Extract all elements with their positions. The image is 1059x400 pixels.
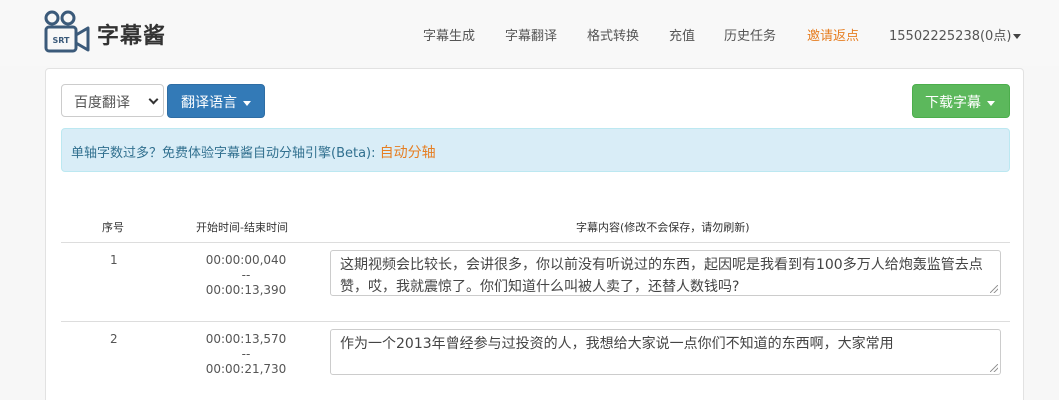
chevron-down-icon	[148, 94, 159, 105]
subtitle-panel: 百度翻译 翻译语言 下载字幕 单轴字数过多？免费体验字幕酱自动分轴引擎(Beta…	[45, 68, 1024, 400]
row-time-separator: --	[241, 268, 251, 282]
auto-split-alert: 单轴字数过多？免费体验字幕酱自动分轴引擎(Beta): 自动分轴	[61, 128, 1010, 172]
table-header-divider	[61, 242, 1010, 243]
subtitle-textarea[interactable]: 这期视频会比较长，会讲很多，你以前没有听说过的东西，起因呢是我看到有100多万人…	[330, 250, 1001, 296]
logo-text: SRT	[52, 36, 70, 45]
nav-invite-rebate[interactable]: 邀请返点	[807, 25, 859, 44]
row-end-time: 00:00:21,730	[205, 362, 287, 376]
translate-language-button[interactable]: 翻译语言	[167, 84, 265, 118]
row-start-time: 00:00:13,570	[205, 332, 287, 346]
row-start-time: 00:00:00,040	[205, 253, 287, 267]
resize-handle-icon[interactable]	[990, 285, 998, 293]
camera-icon[interactable]: SRT	[44, 10, 90, 54]
translate-language-label: 翻译语言	[181, 95, 237, 111]
caret-down-icon	[1013, 34, 1022, 39]
nav-history-tasks[interactable]: 历史任务	[724, 25, 776, 44]
row-index: 1	[110, 253, 118, 267]
resize-handle-icon[interactable]	[990, 364, 998, 372]
row-time-separator: --	[241, 347, 251, 361]
download-subtitle-label: 下载字幕	[925, 95, 981, 111]
translation-engine-select[interactable]: 百度翻译	[61, 84, 164, 117]
auto-split-link[interactable]: 自动分轴	[380, 145, 436, 161]
caret-down-icon	[243, 100, 252, 106]
column-header-time: 开始时间-结束时间	[196, 221, 288, 234]
download-subtitle-button[interactable]: 下载字幕	[912, 84, 1010, 118]
caret-down-icon	[987, 100, 996, 106]
nav-subtitle-generate[interactable]: 字幕生成	[423, 25, 475, 44]
nav-format-convert[interactable]: 格式转换	[587, 25, 639, 44]
translation-engine-value: 百度翻译	[74, 95, 130, 111]
nav-subtitle-translate[interactable]: 字幕翻译	[505, 25, 557, 44]
top-navbar: SRT 字幕酱 字幕生成 字幕翻译 格式转换 充值 历史任务 邀请返点 1550…	[0, 0, 1059, 66]
row-time-range: 00:00:13,570 -- 00:00:21,730	[196, 332, 296, 377]
nav-recharge[interactable]: 充值	[669, 25, 695, 44]
subtitle-text: 作为一个2013年曾经参与过投资的人，我想给大家说一点你们不知道的东西啊，大家常…	[340, 336, 894, 352]
alert-text: 单轴字数过多？免费体验字幕酱自动分轴引擎(Beta):	[71, 146, 380, 161]
subtitle-textarea[interactable]: 作为一个2013年曾经参与过投资的人，我想给大家说一点你们不知道的东西啊，大家常…	[330, 329, 1001, 375]
user-account-menu[interactable]: 15502225238(0点)	[889, 25, 1022, 44]
row-divider	[61, 321, 1010, 322]
row-index: 2	[110, 332, 118, 346]
row-end-time: 00:00:13,390	[205, 283, 287, 297]
subtitle-text: 这期视频会比较长，会讲很多，你以前没有听说过的东西，起因呢是我看到有100多万人…	[340, 257, 983, 295]
column-header-content: 字幕内容(修改不会保存，请勿刷新)	[576, 221, 750, 234]
brand-name[interactable]: 字幕酱	[97, 18, 166, 50]
column-header-index: 序号	[102, 221, 124, 234]
row-time-range: 00:00:00,040 -- 00:00:13,390	[196, 253, 296, 298]
user-account-label: 15502225238(0点)	[889, 29, 1012, 44]
